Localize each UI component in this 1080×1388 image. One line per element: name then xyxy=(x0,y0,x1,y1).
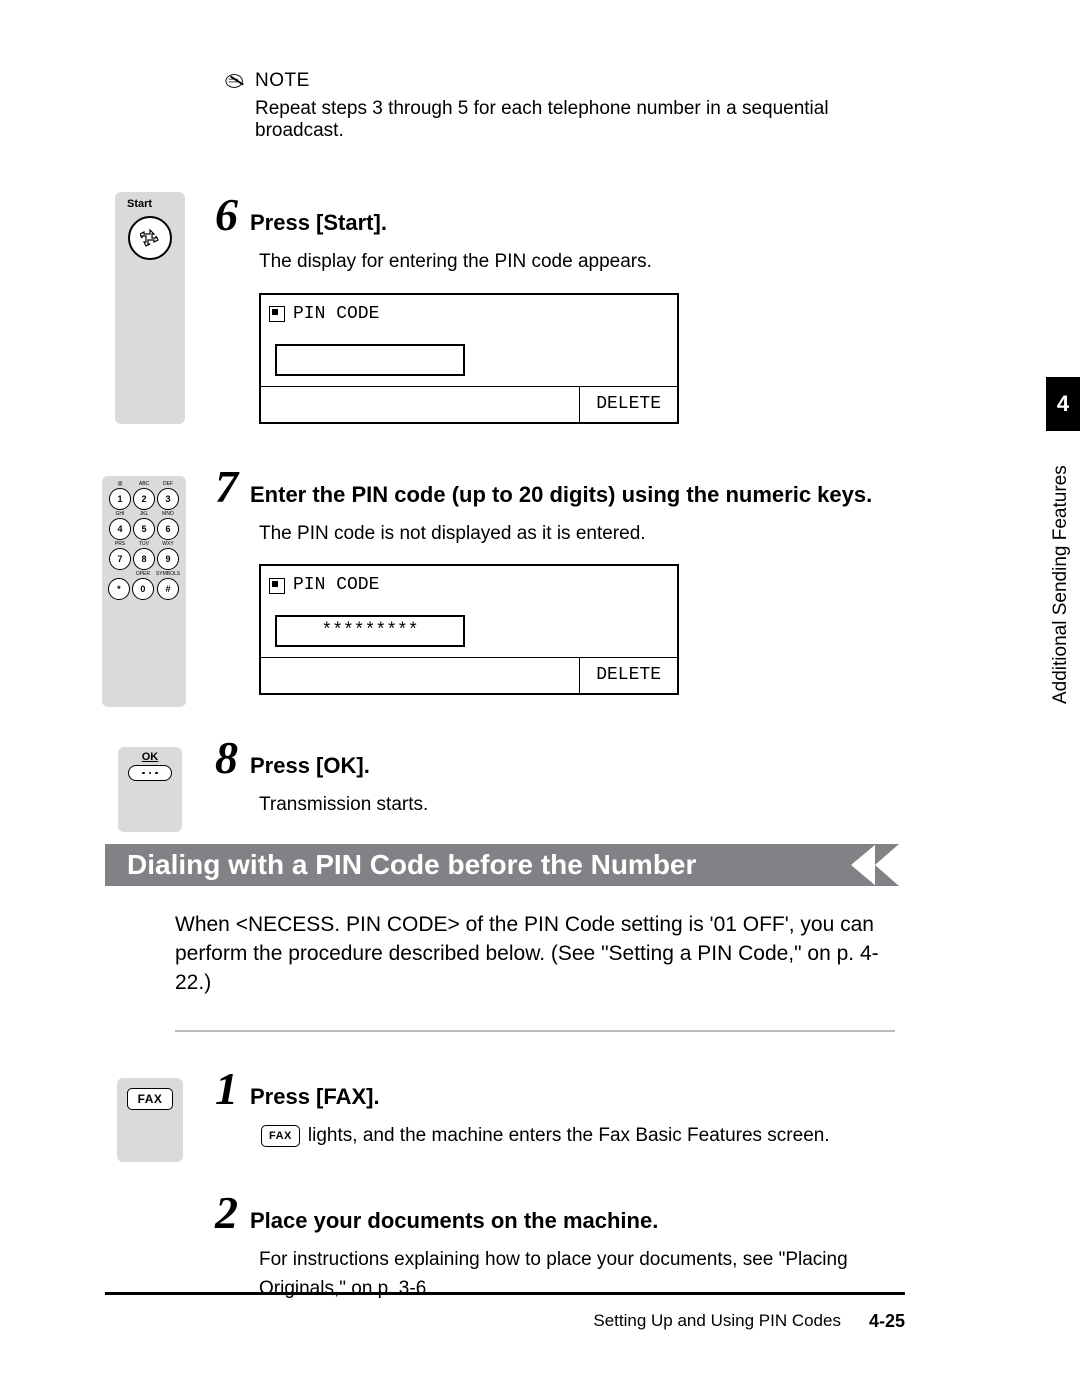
lcd-panel: PIN CODE ********* DELETE xyxy=(259,564,679,695)
delete-button[interactable]: DELETE xyxy=(579,387,677,422)
keypad-key: # xyxy=(157,578,179,600)
keypad-key: 7 xyxy=(109,548,131,570)
step-title: Press [FAX]. xyxy=(250,1084,380,1110)
keypad-key: 9 xyxy=(157,548,179,570)
step-title: Place your documents on the machine. xyxy=(250,1208,658,1234)
step-number: 7 xyxy=(215,464,238,510)
keypad-key: 0 xyxy=(132,578,154,600)
start-button-graphic: Start xyxy=(115,192,185,424)
footer-page-number: 4-25 xyxy=(869,1311,905,1332)
step-8: OK 8 Press [OK]. Transmission starts. xyxy=(105,735,905,820)
section-intro: When <NECESS. PIN CODE> of the PIN Code … xyxy=(175,910,895,998)
keypad-key: 3 xyxy=(157,488,179,510)
start-circle-icon xyxy=(128,216,172,260)
keypad-key: 6 xyxy=(157,518,179,540)
page-content: NOTE Repeat steps 3 through 5 for each t… xyxy=(105,70,905,1343)
keypad-key: * xyxy=(108,578,130,600)
numeric-keypad-graphic: @1ABC2DEF3GHI4JKL5MNO6PRS7TUV8WXY9*OPER0… xyxy=(102,476,186,708)
divider xyxy=(175,1030,895,1032)
chapter-title-vertical: Additional Sending Features xyxy=(1050,440,1074,730)
step-body-text: The PIN code is not displayed as it is e… xyxy=(259,523,646,544)
note-label: NOTE xyxy=(255,70,310,92)
ok-label: OK xyxy=(142,751,159,763)
start-label: Start xyxy=(127,198,152,210)
panel-label: PIN CODE xyxy=(293,301,379,328)
note-text: Repeat steps 3 through 5 for each teleph… xyxy=(255,98,905,142)
chapter-number: 4 xyxy=(1057,391,1069,417)
fax-inline-label: FAX xyxy=(261,1125,300,1148)
chapter-tab: 4 xyxy=(1046,377,1080,431)
pencil-note-icon xyxy=(225,73,247,89)
ok-button-graphic: OK xyxy=(118,747,182,832)
step-body-text: The display for entering the PIN code ap… xyxy=(259,251,652,272)
keypad-key: 4 xyxy=(109,518,131,540)
step-body-text: lights, and the machine enters the Fax B… xyxy=(308,1122,830,1151)
sub-step-1: FAX 1 Press [FAX]. FAX lights, and the m… xyxy=(105,1066,905,1151)
pin-input-field[interactable] xyxy=(275,344,465,376)
keypad-key: 2 xyxy=(133,488,155,510)
step-number: 8 xyxy=(215,735,238,781)
tx-icon xyxy=(269,306,285,322)
sub-step-2: 2 Place your documents on the machine. F… xyxy=(105,1190,905,1303)
delete-button[interactable]: DELETE xyxy=(579,658,677,693)
keypad-key: 1 xyxy=(109,488,131,510)
fax-button-graphic: FAX xyxy=(117,1078,184,1163)
lcd-panel: PIN CODE DELETE xyxy=(259,293,679,424)
step-title: Press [Start]. xyxy=(250,210,387,236)
keypad-key: 8 xyxy=(133,548,155,570)
step-title: Press [OK]. xyxy=(250,753,370,779)
step-title: Enter the PIN code (up to 20 digits) usi… xyxy=(250,482,872,508)
fax-button-label: FAX xyxy=(127,1088,174,1110)
panel-label: PIN CODE xyxy=(293,572,379,599)
note-block: NOTE Repeat steps 3 through 5 for each t… xyxy=(225,70,905,142)
keypad-key: 5 xyxy=(133,518,155,540)
pin-input-field[interactable]: ********* xyxy=(275,615,465,647)
step-body-text: Transmission starts. xyxy=(259,794,428,815)
section-header: Dialing with a PIN Code before the Numbe… xyxy=(105,844,875,886)
page-footer: Setting Up and Using PIN Codes 4-25 xyxy=(105,1292,905,1332)
footer-section: Setting Up and Using PIN Codes xyxy=(593,1311,841,1332)
step-number: 2 xyxy=(215,1190,238,1236)
step-number: 6 xyxy=(215,192,238,238)
step-6: Start 6 Press [Start]. The display for e… xyxy=(105,192,905,424)
step-7: @1ABC2DEF3GHI4JKL5MNO6PRS7TUV8WXY9*OPER0… xyxy=(105,464,905,696)
step-number: 1 xyxy=(215,1066,238,1112)
section-title: Dialing with a PIN Code before the Numbe… xyxy=(127,849,696,881)
tx-icon xyxy=(269,578,285,594)
ok-pill-icon xyxy=(128,765,172,781)
